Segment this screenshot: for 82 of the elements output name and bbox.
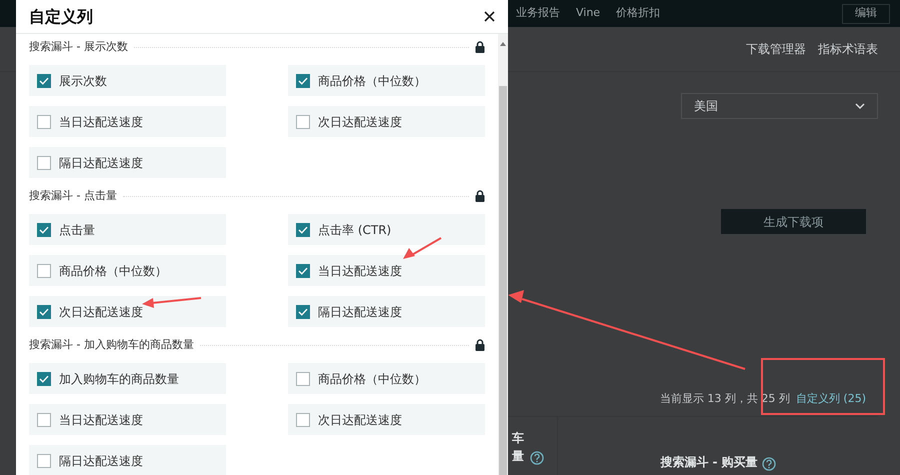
option-label: 当日达配送速度	[318, 262, 402, 280]
scrollbar[interactable]	[498, 34, 508, 475]
checkbox-option[interactable]: 商品价格（中位数）	[288, 363, 485, 394]
checkbox-option[interactable]: 隔日达配送速度	[288, 296, 485, 327]
option-label: 隔日达配送速度	[59, 452, 143, 470]
close-icon[interactable]	[484, 11, 495, 22]
checkbox[interactable]	[37, 304, 51, 318]
edit-button[interactable]: 编辑	[842, 4, 890, 24]
scroll-up-icon[interactable]	[500, 42, 506, 46]
checkbox[interactable]	[296, 114, 310, 128]
option-label: 加入购物车的商品数量	[59, 370, 179, 388]
checkbox[interactable]	[296, 304, 310, 318]
checkbox[interactable]	[296, 74, 310, 88]
header-link[interactable]: 指标术语表	[818, 40, 878, 58]
select-value: 美国	[694, 98, 718, 115]
check-icon	[298, 76, 308, 84]
checkbox[interactable]	[37, 372, 51, 386]
check-icon	[39, 226, 49, 234]
option-label: 隔日达配送速度	[59, 154, 143, 172]
option-label: 商品价格（中位数）	[318, 72, 426, 90]
option-label: 当日达配送速度	[59, 114, 143, 130]
column-header-text: 车	[512, 430, 524, 446]
checkbox[interactable]	[37, 156, 51, 170]
chevron-down-icon	[855, 103, 865, 109]
header-link[interactable]: 下载管理器	[746, 40, 806, 58]
option-label: 点击率 (CTR)	[318, 222, 392, 238]
checkbox[interactable]	[296, 412, 310, 426]
checkbox[interactable]	[296, 372, 310, 386]
checkbox[interactable]	[37, 454, 51, 468]
country-select[interactable]: 美国	[681, 93, 878, 119]
option-label: 展示次数	[59, 72, 107, 90]
checkbox-option[interactable]: 加入购物车的商品数量	[29, 363, 226, 394]
checkbox-option[interactable]: 次日达配送速度	[288, 404, 485, 435]
option-label: 商品价格（中位数）	[59, 262, 167, 280]
option-label: 当日达配送速度	[59, 412, 143, 428]
checkbox-option[interactable]: 点击量	[29, 214, 226, 245]
checkbox-option[interactable]: 商品价格（中位数）	[29, 255, 226, 286]
column-header-text: 量	[512, 448, 524, 464]
checkbox-option[interactable]: 商品价格（中位数）	[288, 65, 485, 96]
section-title: 搜索漏斗 - 展示次数	[29, 38, 128, 55]
checkbox-option[interactable]: 次日达配送速度	[288, 106, 485, 137]
checkbox-option[interactable]: 次日达配送速度	[29, 296, 226, 327]
checkbox-option[interactable]: 点击率 (CTR)	[288, 214, 485, 245]
checkbox-option[interactable]: 隔日达配送速度	[29, 147, 226, 178]
option-label: 点击量	[59, 222, 95, 238]
option-label: 次日达配送速度	[59, 304, 143, 320]
checkbox[interactable]	[296, 222, 310, 236]
checkbox[interactable]	[37, 264, 51, 278]
customize-columns-link[interactable]: 自定义列 (25)	[796, 391, 866, 408]
checkbox[interactable]	[37, 74, 51, 88]
nav-link[interactable]: 业务报告	[516, 5, 560, 22]
check-icon	[39, 76, 49, 84]
nav-link[interactable]: Vine	[576, 5, 600, 22]
nav-link[interactable]: 价格折扣	[616, 5, 660, 22]
check-icon	[298, 226, 308, 234]
section-title: 搜索漏斗 - 点击量	[29, 188, 117, 204]
checkbox-option[interactable]: 展示次数	[29, 65, 226, 96]
arrow-annotation	[403, 237, 442, 259]
checkbox-option[interactable]: 当日达配送速度	[29, 106, 226, 137]
checkbox-option[interactable]: 当日达配送速度	[288, 255, 485, 286]
scrollbar-thumb[interactable]	[499, 86, 507, 475]
check-icon	[298, 308, 308, 316]
help-icon[interactable]	[530, 450, 544, 464]
option-label: 隔日达配送速度	[318, 304, 402, 320]
checkbox-option[interactable]: 隔日达配送速度	[29, 445, 226, 475]
generate-download-button[interactable]: 生成下载项	[721, 209, 866, 234]
help-icon[interactable]	[762, 457, 776, 471]
option-label: 次日达配送速度	[318, 114, 402, 130]
checkbox[interactable]	[37, 114, 51, 128]
check-icon	[298, 266, 308, 274]
column-header-text: 搜索漏斗 - 购买量	[660, 454, 758, 471]
section-title: 搜索漏斗 - 加入购物车的商品数量	[29, 336, 194, 353]
dialog-title: 自定义列	[29, 6, 93, 28]
check-icon	[39, 374, 49, 382]
check-icon	[39, 308, 49, 316]
checkbox-option[interactable]: 当日达配送速度	[29, 404, 226, 435]
checkbox[interactable]	[37, 222, 51, 236]
checkbox[interactable]	[296, 264, 310, 278]
option-label: 商品价格（中位数）	[318, 370, 426, 388]
option-label: 次日达配送速度	[318, 412, 402, 428]
arrow-annotation	[142, 297, 202, 308]
checkbox[interactable]	[37, 412, 51, 426]
